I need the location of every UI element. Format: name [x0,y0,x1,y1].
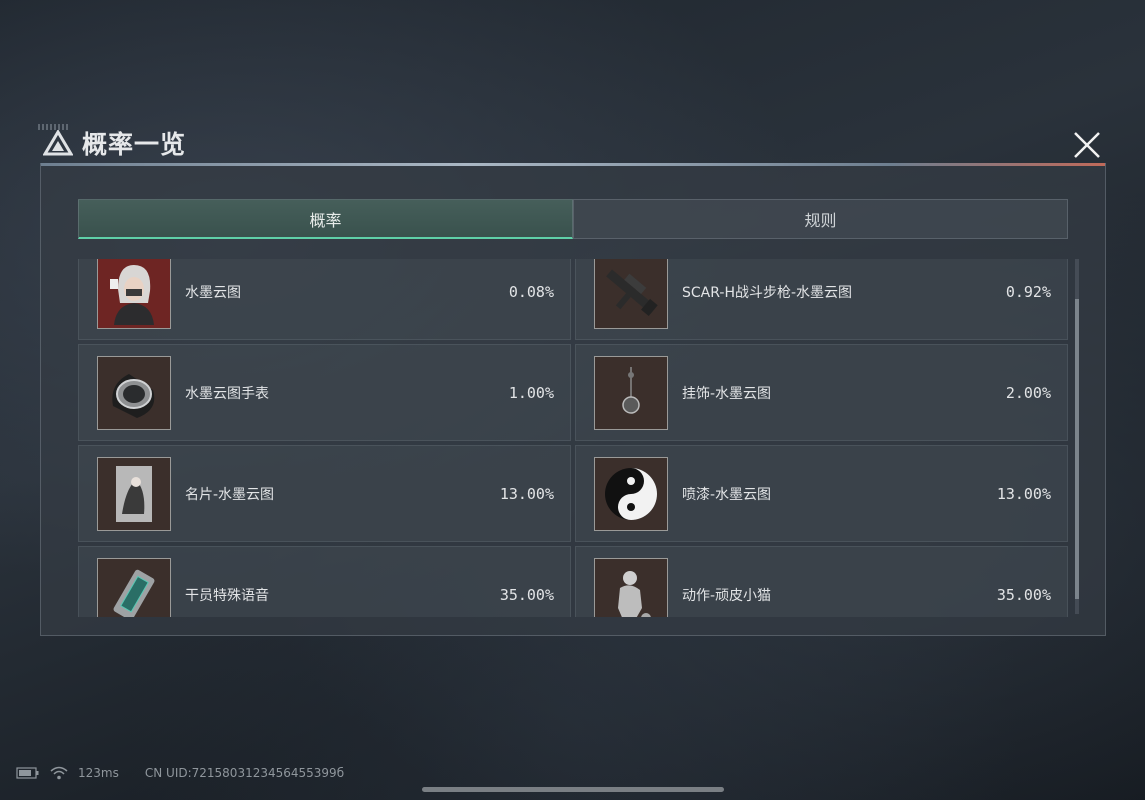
emote-figure-icon [594,557,668,617]
item-rate: 35.00% [499,585,554,604]
scrollbar-thumb[interactable] [1075,299,1079,599]
list-item[interactable]: 动作-顽皮小猫 35.00% [575,546,1068,617]
list-row: 名片-水墨云图 13.00% 喷漆-水墨云图 13.00% [78,445,1068,542]
wifi-icon [50,766,68,780]
ping-value: 123ms [78,766,119,780]
item-rate: 35.00% [996,585,1051,604]
voice-device-icon [97,557,171,617]
item-list[interactable]: 水墨云图 0.08% SCAR-H战斗步枪-水墨云图 0.92% 水墨云图手表 … [78,259,1068,617]
item-rate: 0.92% [1005,282,1051,301]
item-name: 水墨云图 [185,284,241,301]
battery-icon [16,767,39,779]
close-icon [1074,132,1100,158]
tab-bar: 概率 规则 [78,199,1068,239]
item-name: SCAR-H战斗步枪-水墨云图 [682,284,853,301]
list-item[interactable]: SCAR-H战斗步枪-水墨云图 0.92% [575,259,1068,340]
status-bar: 123ms CN UID:7215803123456455399б [16,766,344,780]
home-indicator[interactable] [422,787,724,792]
list-item[interactable]: 水墨云图手表 1.00% [78,344,571,441]
user-uid: CN UID:7215803123456455399б [144,766,345,780]
list-item[interactable]: 挂饰-水墨云图 2.00% [575,344,1068,441]
item-rate: 13.00% [499,484,554,503]
tab-probability[interactable]: 概率 [78,199,573,239]
watch-icon [97,355,171,430]
list-item[interactable]: 名片-水墨云图 13.00% [78,445,571,542]
close-button[interactable] [1068,128,1106,162]
list-scrollbar[interactable] [1075,259,1079,614]
pendant-icon [594,355,668,430]
item-rate: 0.08% [508,282,554,301]
item-name: 干员特殊语音 [185,587,269,604]
item-rate: 1.00% [508,383,554,402]
list-item[interactable]: 水墨云图 0.08% [78,259,571,340]
spray-icon [594,456,668,531]
page-title: 概率一览 [82,130,187,159]
title-bar: 概率一览 [38,124,186,162]
title-decoration [38,124,68,130]
item-rate: 13.00% [996,484,1051,503]
tab-rules[interactable]: 规则 [573,199,1068,239]
rifle-icon [594,259,668,329]
character-portrait-icon [97,259,171,329]
list-item[interactable]: 干员特殊语音 35.00% [78,546,571,617]
probability-panel: 概率 规则 水墨云图 0.08% SCAR-H战斗步枪-水墨云图 0.92% 水… [40,163,1106,636]
list-row: 干员特殊语音 35.00% 动作-顽皮小猫 35.00% [78,546,1068,617]
list-row: 水墨云图手表 1.00% 挂饰-水墨云图 2.00% [78,344,1068,441]
item-rate: 2.00% [1005,383,1051,402]
item-name: 名片-水墨云图 [185,486,275,503]
item-name: 喷漆-水墨云图 [682,486,772,503]
list-item[interactable]: 喷漆-水墨云图 13.00% [575,445,1068,542]
item-name: 动作-顽皮小猫 [682,587,772,604]
name-card-icon [97,456,171,531]
list-row: 水墨云图 0.08% SCAR-H战斗步枪-水墨云图 0.92% [78,259,1068,340]
item-name: 挂饰-水墨云图 [682,385,772,402]
logo-icon [42,129,74,157]
item-name: 水墨云图手表 [185,385,269,402]
